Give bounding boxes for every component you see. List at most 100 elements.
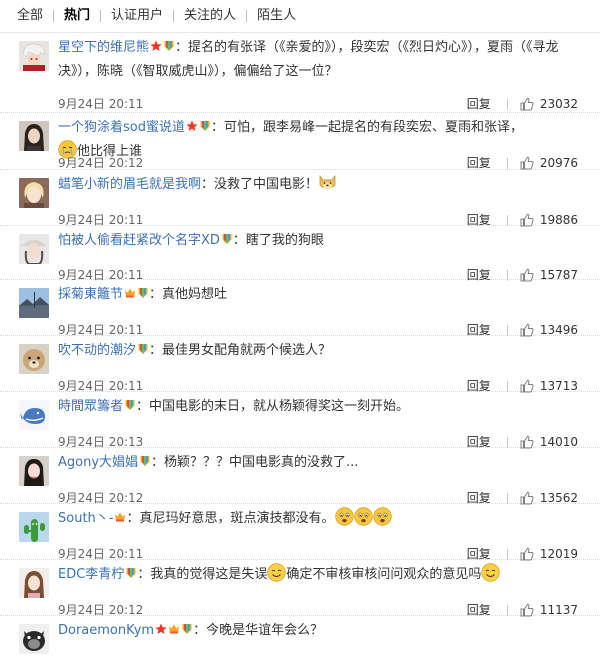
comment-body: 採菊東籬节 ：真他妈想吐 xyxy=(58,283,578,307)
comment-footer: 9月24日 20:11 回复 23032 xyxy=(58,95,588,113)
rainbow-badge xyxy=(181,623,193,635)
comment-text: ：我真的觉得这是失误 xyxy=(137,567,268,582)
rainbow-badge xyxy=(163,40,175,52)
comment-body: 怕被人偷看赶紧改个名字XD ：瞎了我的狗眼 xyxy=(58,229,578,253)
action-divider xyxy=(506,324,508,336)
smile-emoji xyxy=(267,563,287,582)
vip-badge xyxy=(114,511,126,523)
comment-body: EDC李青柠 ：我真的觉得这是失误 确定不审核审核问问观众的意见吗 xyxy=(58,563,578,587)
comment-item: 星空下的维尼熊 ：提名的有张译（《亲爱的》），段奕宏（《烈日灼心》），夏雨（《寻龙… xyxy=(0,33,600,113)
thumbs-up-icon xyxy=(520,547,534,561)
smile-emoji xyxy=(481,563,501,582)
comment-item: EDC李青柠 ：我真的觉得这是失误 确定不审核审核问问观众的意见吗 9月24日 20:… xyxy=(0,560,600,617)
avatar-landscape[interactable] xyxy=(19,288,49,318)
comment-username[interactable]: South丶- xyxy=(58,511,113,526)
star-badge xyxy=(155,623,167,635)
tab-divider xyxy=(53,10,55,22)
thumbs-up-icon xyxy=(520,213,534,227)
action-divider xyxy=(506,157,508,169)
comment-timestamp: 9月24日 20:12 xyxy=(58,156,144,170)
sad-emoji xyxy=(353,507,373,526)
star-badge xyxy=(150,40,162,52)
comment-item: 採菊東籬节 ：真他妈想吐 9月24日 20:11 回复 13496 xyxy=(0,280,600,337)
avatar-woman[interactable] xyxy=(19,456,49,486)
avatar-dog[interactable] xyxy=(19,344,49,374)
action-divider xyxy=(506,214,508,226)
action-divider xyxy=(506,380,508,392)
thumbs-up-icon xyxy=(520,97,534,111)
action-divider xyxy=(506,548,508,560)
comment-username[interactable]: 採菊東籬节 xyxy=(58,287,123,302)
avatar-dark-hair[interactable] xyxy=(19,121,49,151)
comment-body: 星空下的维尼熊 ：提名的有张译（《亲爱的》），段奕宏（《烈日灼心》），夏雨（《寻龙… xyxy=(58,36,578,84)
comment-body: DoraemonKym ：今晚是华谊年会么？ xyxy=(58,619,578,643)
comment-text: ：今晚是华谊年会么？ xyxy=(193,623,324,638)
comment-item: DoraemonKym：今晚是华谊年会么？9月24日 20:12回复10397 xyxy=(0,616,600,658)
comment-username[interactable]: Agony大娼娼 xyxy=(58,455,138,470)
comment-timestamp: 9月24日 20:12 xyxy=(58,491,144,505)
like-count: 23032 xyxy=(539,97,578,111)
comment-item: Agony大娼娼 ：杨颖？？？中国电影真的没救了... 9月24日 20:12 回复 1… xyxy=(0,448,600,505)
sad-emoji xyxy=(334,507,354,526)
avatar-girl-hat[interactable] xyxy=(19,234,49,264)
comment-text: ：瞎了我的狗眼 xyxy=(232,233,324,248)
comment-list: 星空下的维尼熊 ：提名的有张译（《亲爱的》），段奕宏（《烈日灼心》），夏雨（《寻龙… xyxy=(0,33,600,658)
comment-username[interactable]: DoraemonKym xyxy=(58,623,154,638)
comment-username[interactable]: 蜡笔小新的眉毛就是我啊 xyxy=(58,177,201,192)
comment-text: 确定不审核审核问问观众的意见吗 xyxy=(286,567,482,582)
comment-username[interactable]: 一个狗涂着sod蜜说道 xyxy=(58,120,185,135)
comment-timestamp: 9月24日 20:13 xyxy=(58,435,144,449)
rainbow-badge xyxy=(125,567,137,579)
comment-timestamp: 9月24日 20:11 xyxy=(58,547,144,561)
comment-body: Agony大娼娼 ：杨颖？？？中国电影真的没救了... xyxy=(58,451,578,475)
comment-text: ：杨颖？？？中国电影真的没救了... xyxy=(151,455,359,470)
avatar-cactus[interactable] xyxy=(19,512,49,542)
avatar-whale[interactable] xyxy=(19,400,49,430)
rainbow-badge xyxy=(124,399,136,411)
tab-divider xyxy=(100,10,102,22)
avatar-bulldog[interactable] xyxy=(19,624,49,654)
doge-emoji xyxy=(318,173,337,192)
rainbow-badge xyxy=(221,233,233,245)
tab-strangers[interactable]: 陌生人 xyxy=(257,0,296,32)
comment-timestamp: 9月24日 20:12 xyxy=(58,603,144,617)
rainbow-badge xyxy=(137,343,149,355)
comment-item: 怕被人偷看赶紧改个名字XD ：瞎了我的狗眼 9月24日 20:11 回复 15787 xyxy=(0,226,600,282)
comment-item: 吹不动的潮汐 ：最佳男女配角就两个候选人？ 9月24日 20:11 回复 13713 xyxy=(0,336,600,393)
comment-username[interactable]: 吹不动的潮汐 xyxy=(58,343,136,358)
comment-text: ：真尼玛好意思，斑点演技都没有。 xyxy=(126,511,335,526)
avatar-girl-bright[interactable] xyxy=(19,568,49,598)
tab-following[interactable]: 关注的人 xyxy=(184,0,236,32)
comment-timestamp: 9月24日 20:11 xyxy=(58,323,144,337)
avatar-anime-blond[interactable] xyxy=(19,178,49,208)
tab-hot[interactable]: 热门 xyxy=(64,0,90,32)
action-divider xyxy=(506,269,508,281)
tab-divider xyxy=(246,10,248,22)
vip-badge xyxy=(168,623,180,635)
avatar-anime-red[interactable] xyxy=(19,41,49,71)
comment-actions: 回复 23032 xyxy=(467,95,578,113)
tab-all[interactable]: 全部 xyxy=(17,0,43,32)
action-divider xyxy=(506,492,508,504)
comment-text: ：可怕，跟李易峰一起提名的有段奕宏、夏雨和张译， xyxy=(210,120,523,135)
tab-verified-users[interactable]: 认证用户 xyxy=(111,0,163,32)
comment-item: 蜡笔小新的眉毛就是我啊：没救了中国电影！ 9月24日 20:11 回复 19886 xyxy=(0,170,600,227)
comment-username[interactable]: 怕被人偷看赶紧改个名字XD xyxy=(58,233,220,248)
comment-username[interactable]: 時間眾籌者 xyxy=(58,399,123,414)
comment-item: 時間眾籌者 ：中国电影的末日，就从杨颖得奖这一刻开始。 9月24日 20:13 回复 1… xyxy=(0,392,600,449)
reply-button[interactable]: 回复 xyxy=(467,95,491,113)
comment-text: ：真他妈想吐 xyxy=(149,287,228,302)
action-divider xyxy=(506,604,508,616)
thumbs-up-icon xyxy=(520,323,534,337)
comment-body: 吹不动的潮汐 ：最佳男女配角就两个候选人？ xyxy=(58,339,578,363)
comment-timestamp: 9月24日 20:11 xyxy=(58,97,144,111)
comment-body: 蜡笔小新的眉毛就是我啊：没救了中国电影！ xyxy=(58,173,578,197)
comment-username[interactable]: EDC李青柠 xyxy=(58,567,124,582)
thumbs-up-icon xyxy=(520,491,534,505)
comment-body: South丶- ：真尼玛好意思，斑点演技都没有。 xyxy=(58,507,578,531)
comment-text: ：最佳男女配角就两个候选人？ xyxy=(149,343,332,358)
star-badge xyxy=(186,120,198,132)
comment-username[interactable]: 星空下的维尼熊 xyxy=(58,40,149,55)
like-button[interactable]: 23032 xyxy=(520,95,578,113)
comment-filter-tabs: 全部 热门 认证用户 关注的人 陌生人 xyxy=(0,0,600,32)
